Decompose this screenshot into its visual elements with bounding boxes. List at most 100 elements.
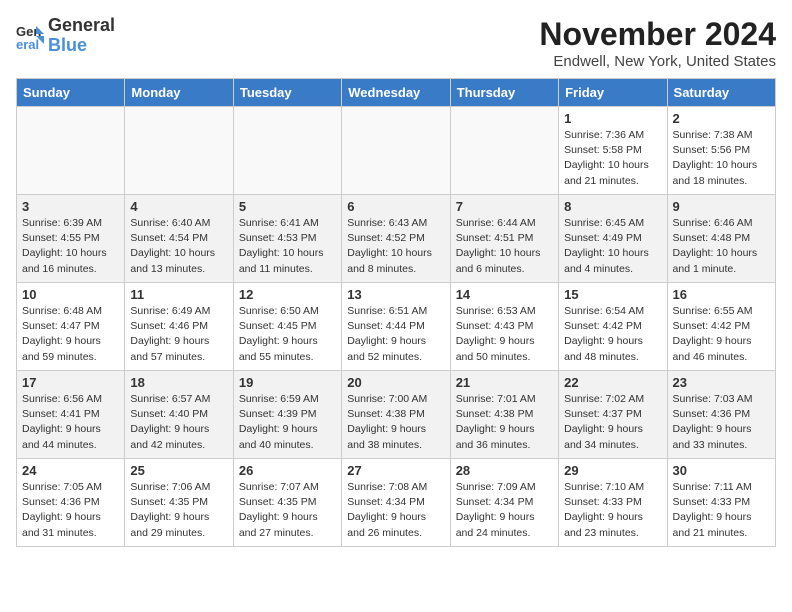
day-info: Sunrise: 7:03 AM Sunset: 4:36 PM Dayligh… (673, 392, 770, 453)
calendar-cell: 23 Sunrise: 7:03 AM Sunset: 4:36 PM Dayli… (667, 371, 775, 459)
day-number: 28 (456, 463, 553, 478)
day-number: 3 (22, 199, 119, 214)
col-header-thursday: Thursday (450, 79, 558, 107)
day-info: Sunrise: 6:56 AM Sunset: 4:41 PM Dayligh… (22, 392, 119, 453)
month-title: November 2024 (539, 16, 776, 53)
logo: Gen eral General Blue (16, 16, 115, 56)
calendar-cell: 2 Sunrise: 7:38 AM Sunset: 5:56 PM Daylig… (667, 107, 775, 195)
day-number: 22 (564, 375, 661, 390)
calendar-cell: 24 Sunrise: 7:05 AM Sunset: 4:36 PM Dayli… (17, 459, 125, 547)
day-number: 8 (564, 199, 661, 214)
day-info: Sunrise: 6:59 AM Sunset: 4:39 PM Dayligh… (239, 392, 336, 453)
calendar-cell: 19 Sunrise: 6:59 AM Sunset: 4:39 PM Dayli… (233, 371, 341, 459)
day-info: Sunrise: 6:55 AM Sunset: 4:42 PM Dayligh… (673, 304, 770, 365)
calendar-cell: 16 Sunrise: 6:55 AM Sunset: 4:42 PM Dayli… (667, 283, 775, 371)
calendar-cell (233, 107, 341, 195)
calendar-cell: 9Sunrise: 6:46 AM Sunset: 4:48 PM Daylig… (667, 195, 775, 283)
day-info: Sunrise: 6:39 AM Sunset: 4:55 PM Dayligh… (22, 216, 119, 277)
day-info: Sunrise: 6:53 AM Sunset: 4:43 PM Dayligh… (456, 304, 553, 365)
logo-icon: Gen eral (16, 22, 44, 50)
calendar-week-1: 1 Sunrise: 7:36 AM Sunset: 5:58 PM Daylig… (17, 107, 776, 195)
day-info: Sunrise: 6:50 AM Sunset: 4:45 PM Dayligh… (239, 304, 336, 365)
col-header-monday: Monday (125, 79, 233, 107)
day-info: Sunrise: 7:09 AM Sunset: 4:34 PM Dayligh… (456, 480, 553, 541)
day-number: 7 (456, 199, 553, 214)
calendar-cell: 20 Sunrise: 7:00 AM Sunset: 4:38 PM Dayli… (342, 371, 450, 459)
day-info: Sunrise: 7:07 AM Sunset: 4:35 PM Dayligh… (239, 480, 336, 541)
day-number: 6 (347, 199, 444, 214)
day-number: 26 (239, 463, 336, 478)
calendar-cell: 6 Sunrise: 6:43 AM Sunset: 4:52 PM Daylig… (342, 195, 450, 283)
calendar-cell: 25Sunrise: 7:06 AM Sunset: 4:35 PM Dayli… (125, 459, 233, 547)
calendar-week-5: 24 Sunrise: 7:05 AM Sunset: 4:36 PM Dayli… (17, 459, 776, 547)
col-header-tuesday: Tuesday (233, 79, 341, 107)
day-number: 1 (564, 111, 661, 126)
col-header-friday: Friday (559, 79, 667, 107)
logo-line2: Blue (48, 36, 115, 56)
day-info: Sunrise: 7:36 AM Sunset: 5:58 PM Dayligh… (564, 128, 661, 189)
day-number: 21 (456, 375, 553, 390)
calendar-cell: 18 Sunrise: 6:57 AM Sunset: 4:40 PM Dayli… (125, 371, 233, 459)
day-info: Sunrise: 7:06 AM Sunset: 4:35 PM Dayligh… (130, 480, 227, 541)
calendar-cell (17, 107, 125, 195)
calendar-week-2: 3 Sunrise: 6:39 AM Sunset: 4:55 PM Daylig… (17, 195, 776, 283)
day-number: 19 (239, 375, 336, 390)
day-number: 20 (347, 375, 444, 390)
svg-text:eral: eral (16, 37, 39, 50)
day-number: 16 (673, 287, 770, 302)
day-number: 17 (22, 375, 119, 390)
day-number: 10 (22, 287, 119, 302)
day-info: Sunrise: 7:11 AM Sunset: 4:33 PM Dayligh… (673, 480, 770, 541)
day-info: Sunrise: 7:05 AM Sunset: 4:36 PM Dayligh… (22, 480, 119, 541)
col-header-saturday: Saturday (667, 79, 775, 107)
day-number: 13 (347, 287, 444, 302)
calendar-cell: 14 Sunrise: 6:53 AM Sunset: 4:43 PM Dayli… (450, 283, 558, 371)
day-info: Sunrise: 7:00 AM Sunset: 4:38 PM Dayligh… (347, 392, 444, 453)
calendar-cell (342, 107, 450, 195)
calendar-header-row: SundayMondayTuesdayWednesdayThursdayFrid… (17, 79, 776, 107)
calendar-cell: 10 Sunrise: 6:48 AM Sunset: 4:47 PM Dayli… (17, 283, 125, 371)
day-number: 29 (564, 463, 661, 478)
day-info: Sunrise: 6:40 AM Sunset: 4:54 PM Dayligh… (130, 216, 227, 277)
day-info: Sunrise: 6:51 AM Sunset: 4:44 PM Dayligh… (347, 304, 444, 365)
calendar-week-4: 17 Sunrise: 6:56 AM Sunset: 4:41 PM Dayli… (17, 371, 776, 459)
location: Endwell, New York, United States (539, 53, 776, 70)
day-info: Sunrise: 6:44 AM Sunset: 4:51 PM Dayligh… (456, 216, 553, 277)
day-info: Sunrise: 6:41 AM Sunset: 4:53 PM Dayligh… (239, 216, 336, 277)
page-header: Gen eral General Blue November 2024 Endw… (16, 16, 776, 70)
day-number: 18 (130, 375, 227, 390)
calendar-cell: 4 Sunrise: 6:40 AM Sunset: 4:54 PM Daylig… (125, 195, 233, 283)
day-number: 23 (673, 375, 770, 390)
calendar-cell: 7 Sunrise: 6:44 AM Sunset: 4:51 PM Daylig… (450, 195, 558, 283)
calendar-cell: 30Sunrise: 7:11 AM Sunset: 4:33 PM Dayli… (667, 459, 775, 547)
calendar-cell: 5Sunrise: 6:41 AM Sunset: 4:53 PM Daylig… (233, 195, 341, 283)
day-number: 24 (22, 463, 119, 478)
title-area: November 2024 Endwell, New York, United … (539, 16, 776, 70)
calendar-cell: 27 Sunrise: 7:08 AM Sunset: 4:34 PM Dayli… (342, 459, 450, 547)
col-header-wednesday: Wednesday (342, 79, 450, 107)
day-info: Sunrise: 7:38 AM Sunset: 5:56 PM Dayligh… (673, 128, 770, 189)
day-info: Sunrise: 7:10 AM Sunset: 4:33 PM Dayligh… (564, 480, 661, 541)
day-info: Sunrise: 6:48 AM Sunset: 4:47 PM Dayligh… (22, 304, 119, 365)
calendar-cell: 17 Sunrise: 6:56 AM Sunset: 4:41 PM Dayli… (17, 371, 125, 459)
day-number: 4 (130, 199, 227, 214)
day-number: 27 (347, 463, 444, 478)
calendar-cell: 22Sunrise: 7:02 AM Sunset: 4:37 PM Dayli… (559, 371, 667, 459)
calendar-week-3: 10 Sunrise: 6:48 AM Sunset: 4:47 PM Dayli… (17, 283, 776, 371)
day-number: 2 (673, 111, 770, 126)
calendar-cell (450, 107, 558, 195)
day-info: Sunrise: 6:57 AM Sunset: 4:40 PM Dayligh… (130, 392, 227, 453)
day-info: Sunrise: 7:08 AM Sunset: 4:34 PM Dayligh… (347, 480, 444, 541)
calendar: SundayMondayTuesdayWednesdayThursdayFrid… (16, 78, 776, 547)
calendar-cell: 12 Sunrise: 6:50 AM Sunset: 4:45 PM Dayli… (233, 283, 341, 371)
day-number: 14 (456, 287, 553, 302)
calendar-cell: 28 Sunrise: 7:09 AM Sunset: 4:34 PM Dayli… (450, 459, 558, 547)
day-number: 12 (239, 287, 336, 302)
day-info: Sunrise: 6:43 AM Sunset: 4:52 PM Dayligh… (347, 216, 444, 277)
col-header-sunday: Sunday (17, 79, 125, 107)
day-info: Sunrise: 6:46 AM Sunset: 4:48 PM Dayligh… (673, 216, 770, 277)
calendar-cell: 26 Sunrise: 7:07 AM Sunset: 4:35 PM Dayli… (233, 459, 341, 547)
calendar-cell: 1 Sunrise: 7:36 AM Sunset: 5:58 PM Daylig… (559, 107, 667, 195)
day-info: Sunrise: 6:54 AM Sunset: 4:42 PM Dayligh… (564, 304, 661, 365)
calendar-cell: 15Sunrise: 6:54 AM Sunset: 4:42 PM Dayli… (559, 283, 667, 371)
